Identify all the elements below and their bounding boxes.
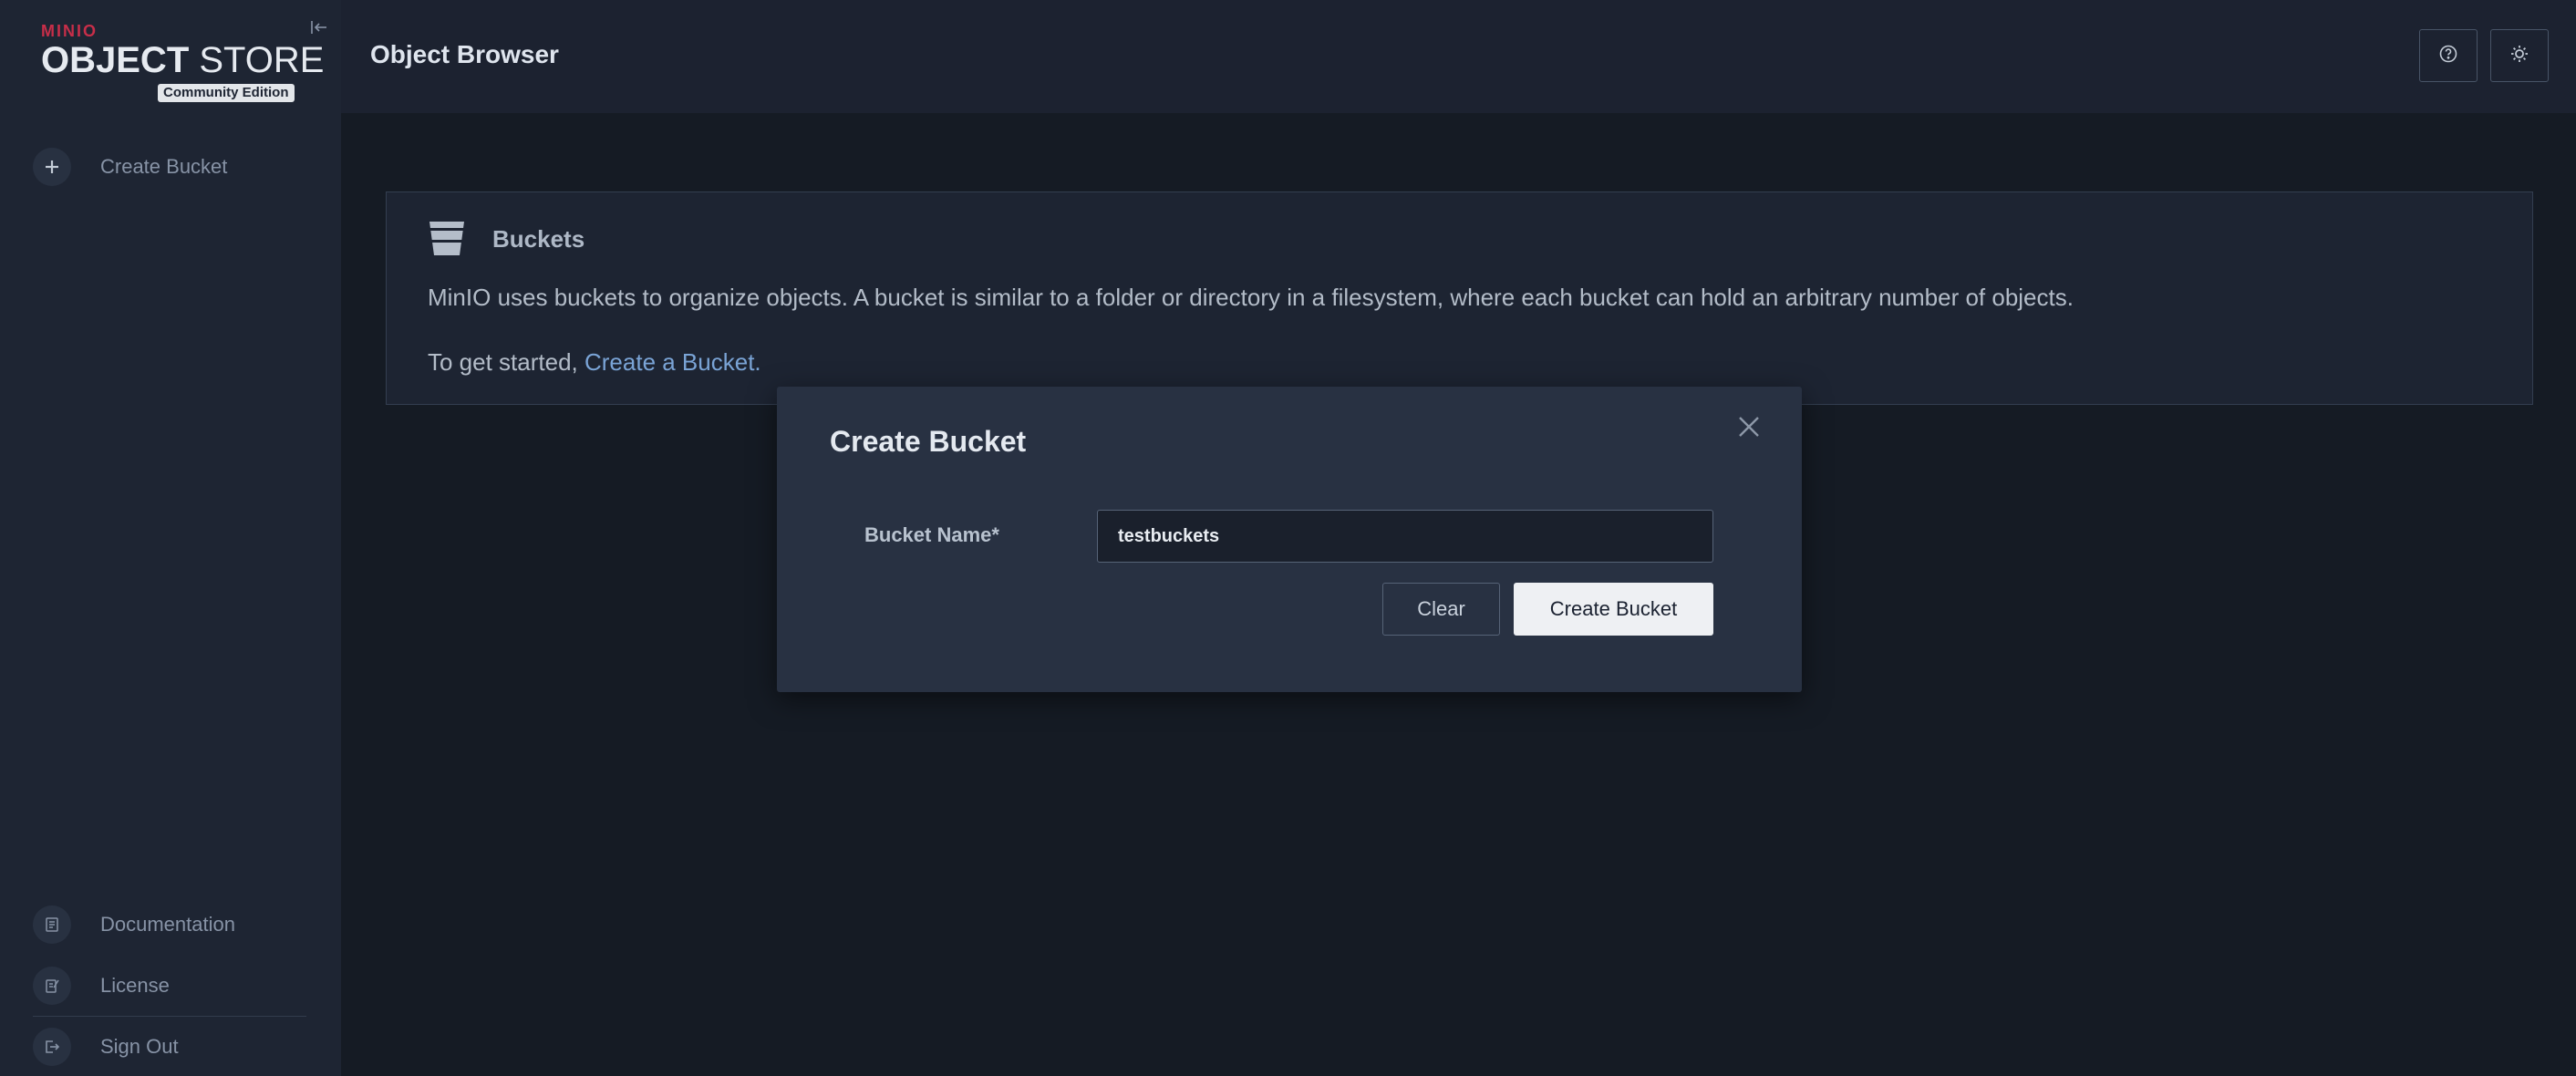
logo-title: OBJECT STORE bbox=[41, 40, 324, 81]
help-icon bbox=[2438, 44, 2458, 68]
sign-out-icon bbox=[33, 1028, 71, 1066]
create-bucket-button[interactable]: Create Bucket bbox=[1514, 583, 1713, 636]
sidebar-item-label: Create Bucket bbox=[100, 155, 228, 178]
page-title: Object Browser bbox=[370, 40, 559, 68]
sidebar: MINIO OBJECT STORE Community Edition Cre… bbox=[0, 0, 341, 1076]
edition-badge: Community Edition bbox=[158, 84, 295, 102]
bucket-name-label: Bucket Name* bbox=[864, 523, 999, 546]
sidebar-item-label: Sign Out bbox=[100, 1035, 179, 1058]
bucket-name-input[interactable] bbox=[1097, 510, 1713, 563]
sidebar-item-license[interactable]: License bbox=[33, 966, 306, 1006]
sidebar-item-label: Documentation bbox=[100, 913, 235, 936]
top-header: Object Browser bbox=[341, 0, 2576, 113]
panel-get-started: To get started, Create a Bucket. bbox=[428, 348, 761, 377]
help-button[interactable] bbox=[2419, 29, 2478, 82]
documentation-icon bbox=[33, 905, 71, 944]
get-started-text: To get started, bbox=[428, 348, 585, 376]
app-root: MINIO OBJECT STORE Community Edition Cre… bbox=[0, 0, 2576, 1076]
sidebar-item-label: License bbox=[100, 974, 170, 997]
plus-icon bbox=[33, 148, 71, 186]
logo: MINIO OBJECT STORE Community Edition bbox=[41, 22, 324, 104]
sidebar-divider bbox=[33, 1016, 306, 1017]
create-bucket-modal: Create Bucket Bucket Name* Clear Create … bbox=[777, 387, 1802, 692]
theme-toggle-icon bbox=[2509, 44, 2529, 68]
sidebar-item-create-bucket[interactable]: Create Bucket bbox=[33, 147, 306, 187]
buckets-info-panel: Buckets MinIO uses buckets to organize o… bbox=[386, 191, 2533, 405]
logo-brand: MINIO bbox=[41, 22, 98, 40]
sidebar-item-documentation[interactable]: Documentation bbox=[33, 905, 306, 945]
logo-title-light: STORE bbox=[189, 40, 325, 80]
theme-toggle-button[interactable] bbox=[2490, 29, 2549, 82]
modal-title: Create Bucket bbox=[830, 425, 1027, 458]
sidebar-item-sign-out[interactable]: Sign Out bbox=[33, 1027, 306, 1067]
close-icon[interactable] bbox=[1734, 412, 1764, 441]
bucket-icon bbox=[427, 218, 467, 263]
panel-title: Buckets bbox=[492, 225, 585, 253]
create-bucket-link[interactable]: Create a Bucket. bbox=[585, 348, 761, 376]
logo-title-bold: OBJECT bbox=[41, 40, 190, 80]
collapse-sidebar-icon[interactable] bbox=[308, 16, 330, 38]
license-icon bbox=[33, 967, 71, 1005]
clear-button[interactable]: Clear bbox=[1382, 583, 1500, 636]
panel-description: MinIO uses buckets to organize objects. … bbox=[428, 284, 2074, 311]
